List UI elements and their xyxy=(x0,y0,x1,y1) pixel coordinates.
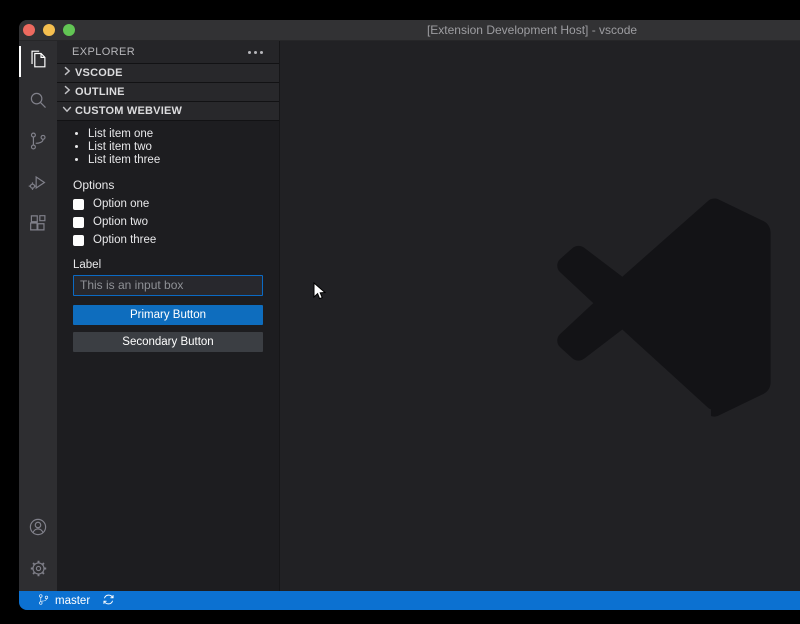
sync-icon xyxy=(102,593,115,609)
editor-area[interactable] xyxy=(280,41,800,591)
extensions-icon xyxy=(27,212,49,239)
activity-item-run-debug[interactable] xyxy=(19,164,57,205)
section-header-outline[interactable]: OUTLINE xyxy=(57,82,279,101)
checkbox-label: Option one xyxy=(93,198,149,210)
search-icon xyxy=(27,89,49,116)
zoom-window-button[interactable] xyxy=(63,24,75,36)
gear-icon xyxy=(28,558,49,584)
webview-list: List item one List item two List item th… xyxy=(73,128,263,168)
checkbox-option-one[interactable]: Option one xyxy=(73,199,263,210)
text-input[interactable] xyxy=(73,275,263,296)
chevron-right-icon xyxy=(59,63,75,84)
activity-item-search[interactable] xyxy=(19,82,57,123)
activity-item-settings[interactable] xyxy=(19,550,57,591)
section-header-custom-webview[interactable]: CUSTOM WEBVIEW xyxy=(57,101,279,120)
branch-name: master xyxy=(55,595,90,607)
activity-item-accounts[interactable] xyxy=(19,509,57,550)
run-debug-icon xyxy=(27,171,49,198)
activity-bar xyxy=(19,41,57,591)
git-branch-icon xyxy=(27,130,49,157)
section-label: CUSTOM WEBVIEW xyxy=(75,105,182,117)
checkbox-label: Option three xyxy=(93,234,156,246)
activity-item-source-control[interactable] xyxy=(19,123,57,164)
custom-webview-panel: List item one List item two List item th… xyxy=(57,120,279,591)
status-bar: master xyxy=(19,591,800,610)
minimize-window-button[interactable] xyxy=(43,24,55,36)
chevron-down-icon xyxy=(59,101,75,122)
primary-button[interactable]: Primary Button xyxy=(73,305,263,325)
checkbox-icon[interactable] xyxy=(73,235,84,246)
traffic-lights xyxy=(23,24,75,36)
checkbox-icon[interactable] xyxy=(73,217,84,228)
branch-status-item[interactable]: master xyxy=(37,593,90,609)
checkbox-icon[interactable] xyxy=(73,199,84,210)
files-icon xyxy=(27,48,49,75)
more-actions-icon[interactable] xyxy=(248,51,263,54)
chevron-right-icon xyxy=(59,82,75,103)
options-heading: Options xyxy=(73,178,263,192)
sync-status-item[interactable] xyxy=(102,593,115,609)
vscode-logo-watermark xyxy=(555,195,775,420)
section-label: VSCODE xyxy=(75,67,123,79)
title-bar: [Extension Development Host] - vscode xyxy=(19,20,800,41)
list-item: List item two xyxy=(88,141,263,154)
explorer-header: EXPLORER xyxy=(57,41,279,63)
window-title: [Extension Development Host] - vscode xyxy=(427,20,637,41)
close-window-button[interactable] xyxy=(23,24,35,36)
input-label: Label xyxy=(73,259,263,271)
checkbox-option-three[interactable]: Option three xyxy=(73,235,263,246)
list-item: List item one xyxy=(88,128,263,141)
section-label: OUTLINE xyxy=(75,86,125,98)
vscode-window: [Extension Development Host] - vscode xyxy=(19,20,800,610)
sidebar-explorer: EXPLORER VSCODE OUTLINE CUSTOM WEBV xyxy=(57,41,280,591)
mouse-cursor xyxy=(313,282,326,301)
explorer-title: EXPLORER xyxy=(72,46,248,58)
secondary-button[interactable]: Secondary Button xyxy=(73,332,263,352)
account-icon xyxy=(27,516,49,543)
git-branch-icon xyxy=(37,593,50,609)
activity-item-extensions[interactable] xyxy=(19,205,57,246)
checkbox-label: Option two xyxy=(93,216,148,228)
activity-item-explorer[interactable] xyxy=(19,41,57,82)
list-item: List item three xyxy=(88,154,263,167)
checkbox-option-two[interactable]: Option two xyxy=(73,217,263,228)
section-header-vscode[interactable]: VSCODE xyxy=(57,63,279,82)
